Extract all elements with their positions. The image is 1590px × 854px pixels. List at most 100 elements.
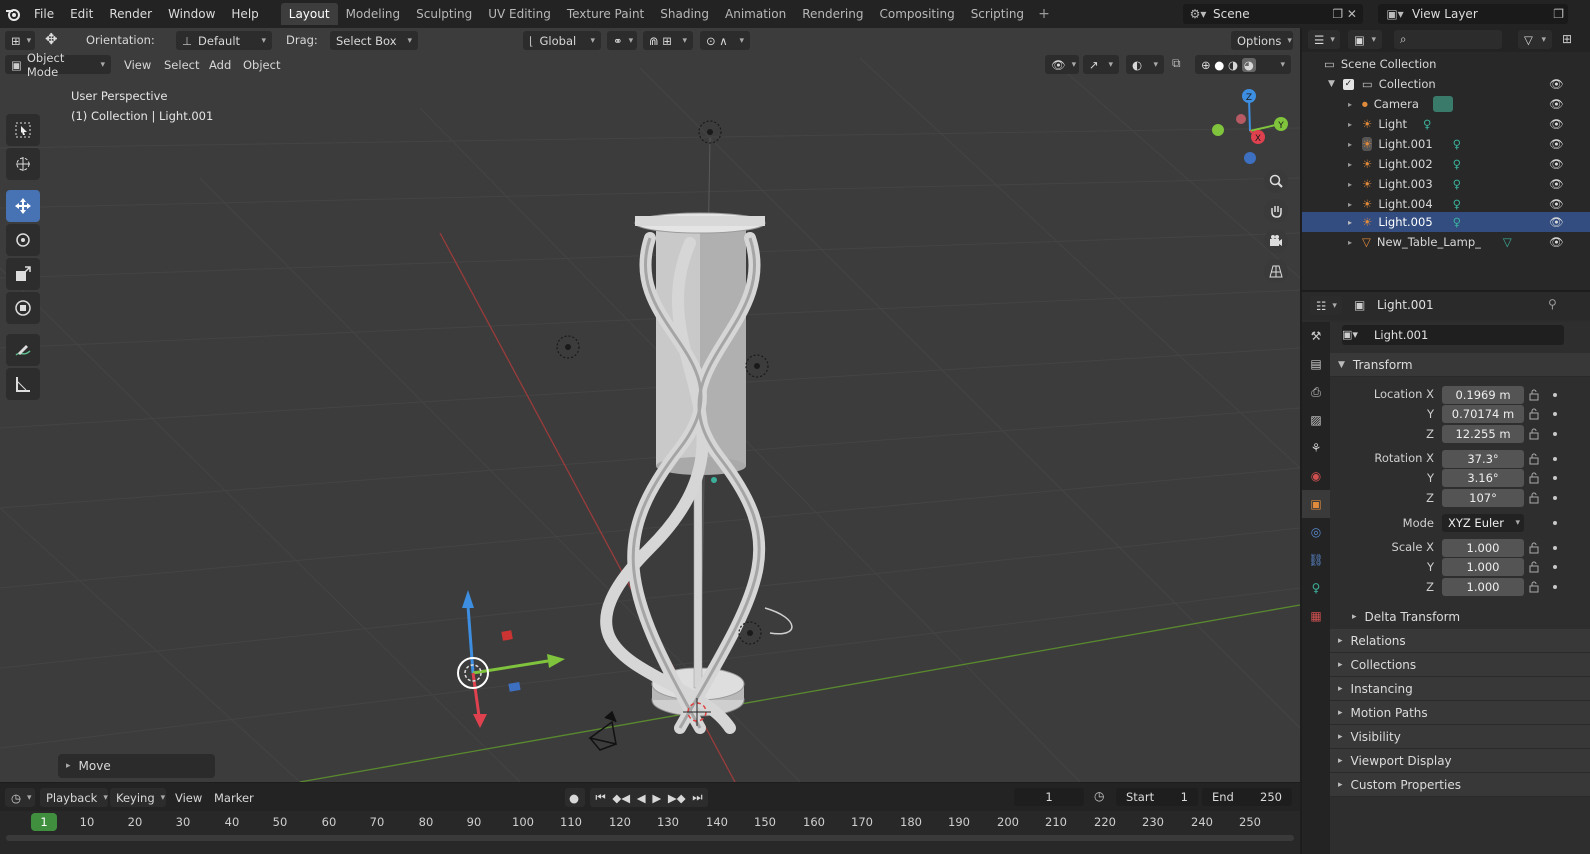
relations-panel-header[interactable]: ▸ Relations [1330,629,1590,653]
rotation-z-field[interactable]: 107° [1442,489,1524,507]
cursor-tool[interactable] [6,148,40,180]
view-layer-copy-icon[interactable]: ❐ [1553,7,1568,21]
light-data-icon[interactable]: ♀ [1453,215,1461,229]
scene-tab-icon[interactable]: ⚘ [1302,434,1330,462]
menu-help[interactable]: Help [223,0,266,28]
snap-icon[interactable]: ⋒ ⊞ ▾ [643,31,693,50]
jump-end-icon[interactable]: ⏭ [692,790,702,805]
menu-edit[interactable]: Edit [62,0,101,28]
collapse-arrow-icon[interactable]: ▼ [1328,79,1335,89]
xray-icon[interactable]: ⧉ [1172,56,1181,71]
eye-icon[interactable]: 👁 [1549,215,1564,229]
display-mode-icon[interactable]: ▣ ▾ [1348,30,1382,49]
constraints-tab-icon[interactable]: ⛓ [1302,546,1330,574]
new-collection-icon[interactable]: ⊞ [1562,32,1572,46]
menu-file[interactable]: File [26,0,62,28]
instancing-panel-header[interactable]: ▸ Instancing [1330,677,1590,701]
orientation-dropdown[interactable]: ⊥ Default ▾ [176,31,272,50]
light-data-icon[interactable]: ♀ [1453,137,1461,151]
timeline-scrollbar[interactable] [6,835,1294,841]
world-tab-icon[interactable]: ◉ [1302,462,1330,490]
filter-icon[interactable]: ▽ ▾ [1518,30,1552,49]
location-y-field[interactable]: 0.70174 m [1442,405,1524,423]
tab-modeling[interactable]: Modeling [338,3,409,25]
shading-mode-buttons[interactable]: ⊕ ● ◑ ◕ ▾ [1195,55,1291,74]
eye-icon[interactable]: 👁 [1549,235,1564,249]
lock-icon[interactable] [1528,408,1540,420]
keying-menu[interactable]: Keying ▾ [110,788,166,807]
object-name-field[interactable]: Light.001 [1342,325,1564,345]
keyframe-dot[interactable] [1553,476,1557,480]
object-datablock-icon[interactable]: ▣▾ [1342,328,1358,341]
blender-logo-icon[interactable] [0,0,26,28]
overlays-icon[interactable]: ◐ ▾ [1126,55,1164,74]
tool-tab-icon[interactable]: ⚒ [1302,322,1330,350]
menu-add[interactable]: Add [209,58,231,72]
next-keyframe-icon[interactable]: ▶◆ [668,791,686,805]
mesh-data-icon[interactable]: ▽ [1503,235,1512,249]
expand-arrow-icon[interactable]: ▸ [1348,180,1352,189]
playhead[interactable]: 1 [31,813,57,831]
scene-selector[interactable]: ⚙▾ Scene ❐ ✕ [1183,4,1363,24]
expand-arrow-icon[interactable]: ▸ [1348,238,1352,247]
move-tool[interactable] [6,190,40,222]
pin-icon[interactable]: ⚲ [1548,297,1557,311]
camera-view-icon[interactable] [1264,229,1288,253]
start-frame-field[interactable]: Start 1 [1116,788,1198,806]
eye-icon[interactable]: 👁 [1549,137,1564,151]
annotate-tool[interactable] [6,334,40,366]
measure-tool[interactable] [6,368,40,400]
keyframe-dot[interactable] [1553,521,1557,525]
lock-icon[interactable] [1528,542,1540,554]
proportional-edit-icon[interactable]: ⊙ ∧ ▾ [700,31,750,50]
keyframe-dot[interactable] [1553,585,1557,589]
perspective-grid-icon[interactable] [1264,259,1288,283]
scale-y-field[interactable]: 1.000 [1442,558,1524,576]
timeline-view-menu[interactable]: View [175,791,202,805]
object-tab-icon[interactable]: ▣ [1302,490,1330,518]
end-frame-field[interactable]: End 250 [1202,788,1292,806]
eye-icon[interactable]: 👁 [1549,117,1564,131]
preview-range-icon[interactable]: ◷ [1094,789,1104,803]
tab-uv-editing[interactable]: UV Editing [480,3,559,25]
properties-editor-type-icon[interactable]: ☷ ▾ [1310,296,1342,315]
tab-rendering[interactable]: Rendering [794,3,871,25]
timeline-editor-type-icon[interactable]: ◷ ▾ [5,788,35,807]
output-tab-icon[interactable]: ⎙ [1302,378,1330,406]
play-reverse-icon[interactable]: ◀ [637,791,646,805]
keyframe-dot[interactable] [1553,432,1557,436]
outliner-collection[interactable]: ▼ ✓ ▭ Collection 👁 [1302,74,1590,94]
drag-dropdown[interactable]: Select Box ▾ [330,31,418,50]
keyframe-dot[interactable] [1553,457,1557,461]
pivot-point-icon[interactable]: ⚭ ▾ [607,31,637,50]
scale-x-field[interactable]: 1.000 [1442,539,1524,557]
menu-select[interactable]: Select [164,58,199,72]
keyframe-dot[interactable] [1553,496,1557,500]
light-data-tab-icon[interactable]: ♀ [1302,574,1330,602]
transform-panel-header[interactable]: ▼ Transform [1330,353,1590,377]
light-data-icon[interactable]: ♀ [1453,157,1461,171]
motion-paths-panel-header[interactable]: ▸ Motion Paths [1330,701,1590,725]
eye-icon[interactable]: 👁 [1549,197,1564,211]
rotation-y-field[interactable]: 3.16° [1442,469,1524,487]
outliner-item-light-002[interactable]: ▸ ☀ Light.002 ♀ 👁 [1302,154,1590,174]
delta-transform-header[interactable]: ▸ Delta Transform [1330,605,1590,629]
add-workspace-icon[interactable]: + [1032,6,1056,22]
visibility-icon[interactable]: 👁 ▾ [1045,55,1079,74]
rendered-shading-icon[interactable]: ◕ [1241,57,1256,72]
viewport-display-panel-header[interactable]: ▸ Viewport Display [1330,749,1590,773]
visibility-panel-header[interactable]: ▸ Visibility [1330,725,1590,749]
outliner-item-light[interactable]: ▸ ☀ Light ♀ 👁 [1302,114,1590,134]
menu-render[interactable]: Render [101,0,160,28]
solid-shading-icon[interactable]: ● [1214,58,1224,72]
outliner-item-light-003[interactable]: ▸ ☀ Light.003 ♀ 👁 [1302,174,1590,194]
eye-icon[interactable]: 👁 [1549,157,1564,171]
camera-data-icon[interactable] [1432,96,1453,112]
expand-arrow-icon[interactable]: ▸ [1348,200,1352,209]
expand-arrow-icon[interactable]: ▸ [1348,140,1352,149]
tab-texture-paint[interactable]: Texture Paint [559,3,652,25]
collections-panel-header[interactable]: ▸ Collections [1330,653,1590,677]
rotate-tool[interactable] [6,224,40,256]
tab-layout[interactable]: Layout [280,3,338,25]
outliner-item-light-005[interactable]: ▸ ☀ Light.005 ♀ 👁 [1302,212,1590,232]
